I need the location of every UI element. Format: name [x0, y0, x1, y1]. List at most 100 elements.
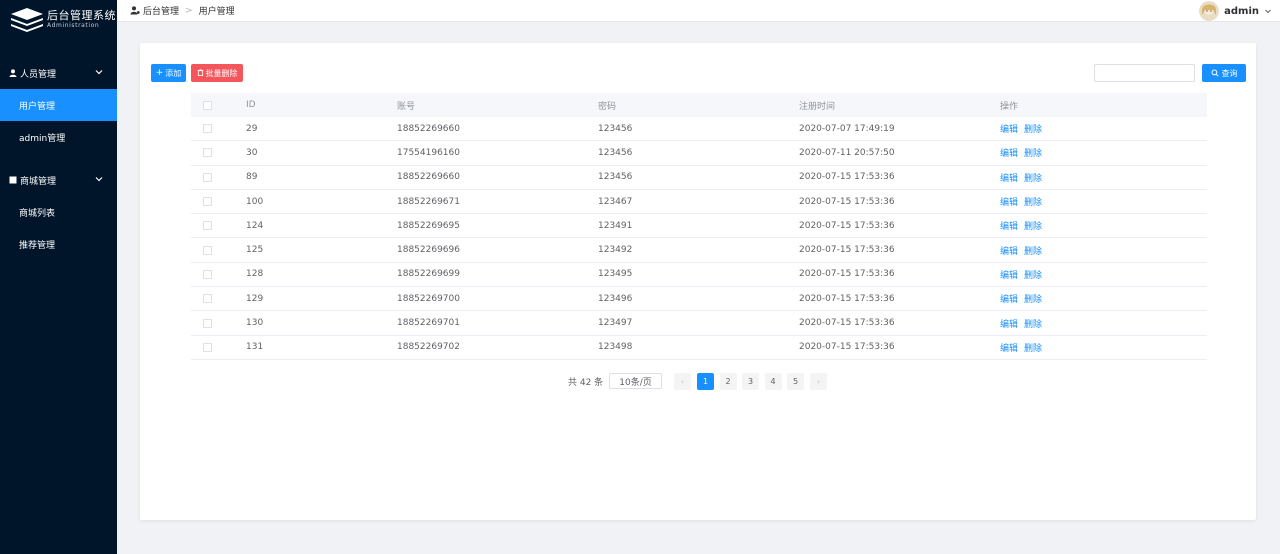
- add-button[interactable]: + 添加: [151, 64, 186, 82]
- sidebar-item-mall-list[interactable]: 商城列表: [0, 196, 117, 228]
- page-button[interactable]: 4: [764, 373, 782, 390]
- cell-register-time: 2020-07-11 20:57:50: [799, 147, 895, 158]
- cell-register-time: 2020-07-15 17:53:36: [799, 293, 895, 304]
- header: 后台管理 > 用户管理 admin: [117, 0, 1280, 22]
- table-row: 125 18852269696 123492 2020-07-15 17:53:36 编…: [191, 238, 1207, 263]
- plus-icon: +: [155, 68, 164, 78]
- delete-link[interactable]: 删除: [1024, 268, 1042, 281]
- menu-group-label: 人员管理: [20, 69, 57, 80]
- row-checkbox[interactable]: [203, 124, 212, 134]
- logo-title: 后台管理系统: [47, 9, 116, 22]
- table-row: 130 18852269701 123497 2020-07-15 17:53:36 编…: [191, 311, 1207, 336]
- cell-register-time: 2020-07-15 17:53:36: [799, 196, 895, 207]
- user-icon: [9, 69, 17, 77]
- cell-register-time: 2020-07-15 17:53:36: [799, 220, 895, 231]
- row-checkbox[interactable]: [203, 148, 212, 158]
- search-input[interactable]: [1094, 64, 1195, 82]
- delete-link[interactable]: 删除: [1024, 341, 1042, 354]
- edit-link[interactable]: 编辑: [1000, 341, 1018, 354]
- row-checkbox[interactable]: [203, 172, 212, 182]
- row-checkbox[interactable]: [203, 221, 212, 231]
- chevron-left-icon: ‹: [680, 377, 685, 386]
- delete-link[interactable]: 删除: [1024, 219, 1042, 232]
- menu-group-personnel[interactable]: 人员管理: [0, 57, 117, 89]
- edit-link[interactable]: 编辑: [1000, 268, 1018, 281]
- cell-register-time: 2020-07-07 17:49:19: [799, 123, 895, 134]
- delete-link[interactable]: 删除: [1024, 146, 1042, 159]
- cell-account: 18852269660: [397, 123, 460, 134]
- table-row: 100 18852269671 123467 2020-07-15 17:53:36 编…: [191, 190, 1207, 215]
- cell-password: 123456: [598, 147, 633, 158]
- sidebar-item-admin-management[interactable]: admin管理: [0, 121, 117, 153]
- pagination: 共 42 条 10条/页 ‹ 12345 ›: [140, 372, 1256, 390]
- edit-link[interactable]: 编辑: [1000, 171, 1018, 184]
- cell-account: 18852269695: [397, 220, 460, 231]
- batch-delete-button[interactable]: 批量删除: [191, 64, 243, 82]
- cell-account: 18852269700: [397, 293, 460, 304]
- sidebar-item-label: 推荐管理: [19, 240, 56, 251]
- user-icon: [130, 6, 140, 15]
- cell-account: 18852269660: [397, 172, 460, 183]
- cell-id: 131: [246, 342, 264, 353]
- row-checkbox[interactable]: [203, 245, 212, 255]
- prev-page-button[interactable]: ‹: [674, 373, 691, 390]
- cell-id: 124: [246, 220, 264, 231]
- cell-password: 123496: [598, 293, 633, 304]
- edit-link[interactable]: 编辑: [1000, 146, 1018, 159]
- delete-link[interactable]: 删除: [1024, 317, 1042, 330]
- row-checkbox[interactable]: [203, 294, 212, 304]
- row-checkbox[interactable]: [203, 318, 212, 328]
- cell-id: 130: [246, 318, 264, 329]
- cell-register-time: 2020-07-15 17:53:36: [799, 342, 895, 353]
- chevron-down-icon: [1265, 9, 1271, 14]
- edit-link[interactable]: 编辑: [1000, 292, 1018, 305]
- row-checkbox[interactable]: [203, 269, 212, 279]
- edit-link[interactable]: 编辑: [1000, 195, 1018, 208]
- cell-id: 128: [246, 269, 264, 280]
- chevron-down-icon: [95, 177, 103, 182]
- cell-account: 18852269701: [397, 318, 460, 329]
- delete-link[interactable]: 删除: [1024, 244, 1042, 257]
- delete-link[interactable]: 删除: [1024, 292, 1042, 305]
- page-button[interactable]: 3: [742, 373, 759, 390]
- edit-link[interactable]: 编辑: [1000, 219, 1018, 232]
- delete-link[interactable]: 删除: [1024, 122, 1042, 135]
- page-size-select[interactable]: 10条/页: [609, 373, 662, 389]
- sidebar-item-recommend-management[interactable]: 推荐管理: [0, 228, 117, 260]
- next-page-button[interactable]: ›: [810, 373, 827, 390]
- row-checkbox[interactable]: [203, 342, 212, 352]
- document-icon: [9, 176, 17, 184]
- sidebar-item-user-management[interactable]: 用户管理: [0, 89, 117, 121]
- cell-id: 100: [246, 196, 264, 207]
- sidebar-item-label: 商城列表: [19, 208, 56, 219]
- column-header-password: 密码: [598, 101, 617, 112]
- page-button[interactable]: 5: [787, 373, 804, 390]
- edit-link[interactable]: 编辑: [1000, 244, 1018, 257]
- cell-password: 123456: [598, 172, 633, 183]
- logo-subtitle: Administration: [47, 22, 100, 29]
- column-header-register-time: 注册时间: [799, 101, 836, 112]
- breadcrumb-home[interactable]: 后台管理: [143, 4, 179, 17]
- cell-register-time: 2020-07-15 17:53:36: [799, 172, 895, 183]
- search-button[interactable]: 查询: [1202, 64, 1246, 82]
- cell-account: 18852269696: [397, 245, 460, 256]
- user-menu[interactable]: admin: [1199, 0, 1272, 22]
- table-row: 128 18852269699 123495 2020-07-15 17:53:36 编…: [191, 263, 1207, 288]
- table-row: 131 18852269702 123498 2020-07-15 17:53:36 编…: [191, 336, 1207, 360]
- edit-link[interactable]: 编辑: [1000, 122, 1018, 135]
- edit-link[interactable]: 编辑: [1000, 317, 1018, 330]
- menu-group-mall[interactable]: 商城管理: [0, 164, 117, 196]
- delete-link[interactable]: 删除: [1024, 195, 1042, 208]
- user-table: ID 账号 密码 注册时间 操作 29 18852269660 123456 2020…: [191, 93, 1207, 360]
- chevron-right-icon: ›: [816, 377, 821, 386]
- cell-account: 18852269671: [397, 196, 460, 207]
- page-button[interactable]: 1: [697, 373, 714, 390]
- batch-delete-label: 批量删除: [205, 68, 238, 78]
- table-row: 89 18852269660 123456 2020-07-15 17:53:36 编辑…: [191, 166, 1207, 190]
- page-button[interactable]: 2: [719, 373, 737, 390]
- row-checkbox[interactable]: [203, 197, 212, 207]
- delete-link[interactable]: 删除: [1024, 171, 1042, 184]
- pagination-total: 共 42 条: [568, 377, 604, 388]
- table-header: ID 账号 密码 注册时间 操作: [191, 93, 1207, 117]
- select-all-checkbox[interactable]: [203, 100, 212, 110]
